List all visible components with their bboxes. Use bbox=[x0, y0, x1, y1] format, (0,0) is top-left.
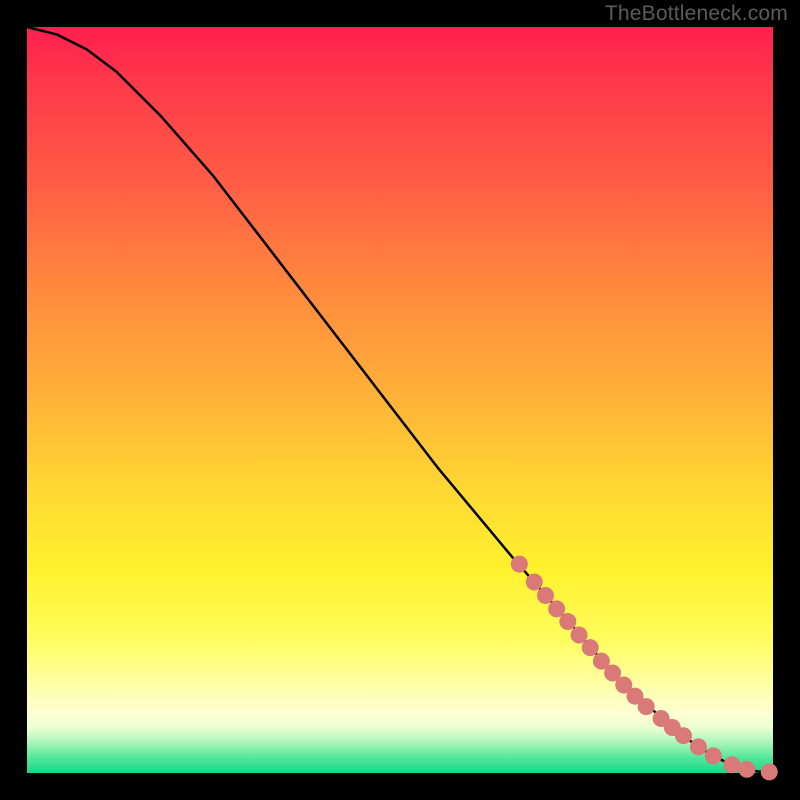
data-point bbox=[559, 613, 576, 630]
data-point bbox=[723, 756, 740, 773]
data-point bbox=[738, 761, 755, 778]
data-point bbox=[526, 574, 543, 591]
plot-area bbox=[27, 27, 773, 773]
data-point bbox=[548, 600, 565, 617]
data-point bbox=[761, 763, 778, 780]
marker-group bbox=[511, 556, 778, 781]
chart-frame: TheBottleneck.com bbox=[0, 0, 800, 800]
data-point bbox=[705, 747, 722, 764]
data-point bbox=[638, 698, 655, 715]
data-point bbox=[582, 639, 599, 656]
watermark-text: TheBottleneck.com bbox=[605, 2, 788, 26]
chart-svg bbox=[27, 27, 773, 773]
data-point bbox=[571, 626, 588, 643]
data-point bbox=[690, 738, 707, 755]
data-point bbox=[537, 587, 554, 604]
data-point bbox=[675, 727, 692, 744]
data-point bbox=[511, 556, 528, 573]
curve-line bbox=[27, 27, 773, 772]
